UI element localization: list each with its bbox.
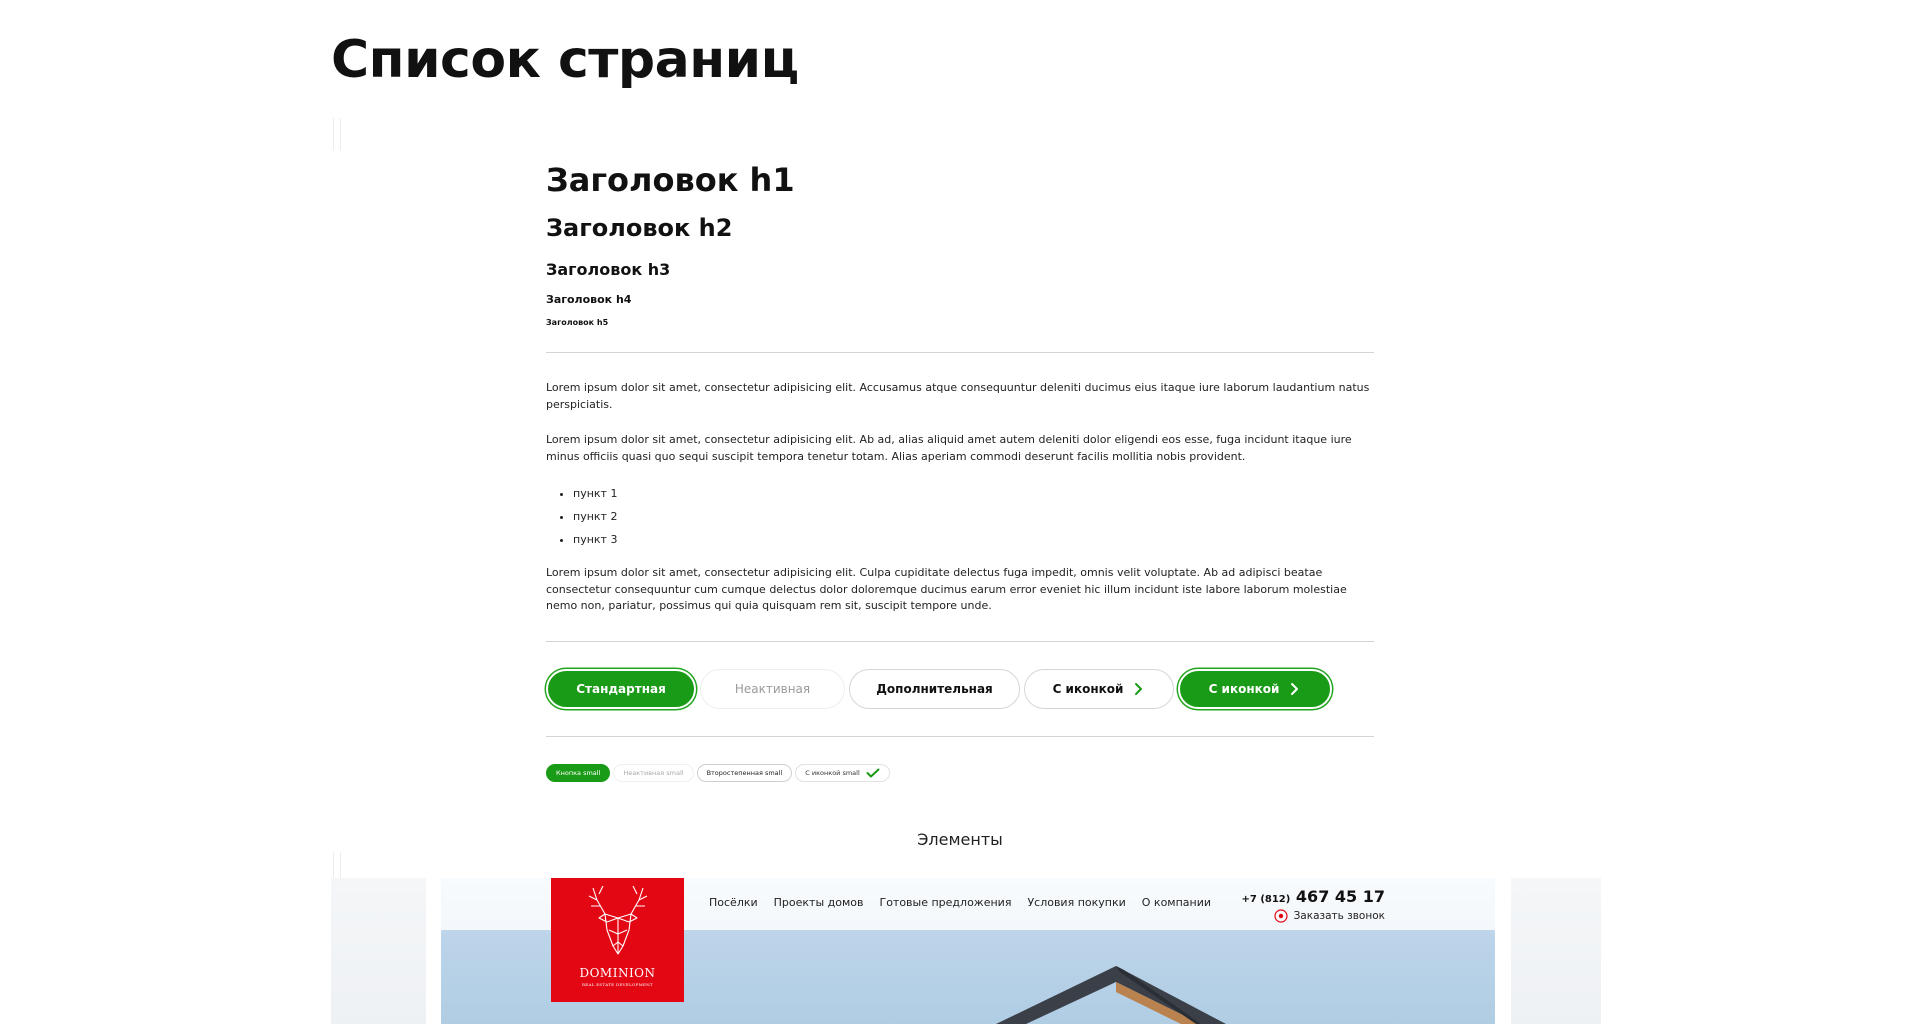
list-item: пункт 2: [573, 505, 1374, 528]
house-roof-image: [996, 966, 1226, 1024]
heading-h4: Заголовок h4: [546, 293, 632, 306]
nav-item-house-projects[interactable]: Проекты домов: [774, 896, 864, 909]
typography-kit: Заголовок h1 Заголовок h2 Заголовок h3 З…: [546, 160, 1374, 782]
phone-circle-icon: [1273, 909, 1288, 923]
page-title: Список страниц: [331, 30, 799, 90]
heading-h2: Заголовок h2: [546, 214, 733, 242]
inactive-button[interactable]: Неактивная: [700, 668, 845, 709]
logo-tagline: REAL ESTATE DEVELOPMENT: [581, 982, 654, 987]
additional-button-label: Дополнительная: [876, 681, 993, 696]
chevron-right-icon: [1135, 682, 1143, 695]
divider: [546, 735, 1374, 737]
small-primary-button[interactable]: Кнопка small: [546, 763, 611, 782]
dominion-logo[interactable]: DOMINION REAL ESTATE DEVELOPMENT: [551, 878, 684, 1002]
inactive-button-label: Неактивная: [734, 681, 811, 696]
preview-side-right: [1511, 878, 1601, 1024]
phone-number[interactable]: +7 (812) 467 45 17: [1242, 887, 1386, 906]
deer-logo-icon: [588, 885, 648, 955]
nav-item-villages[interactable]: Посёлки: [709, 896, 758, 909]
small-inactive-button[interactable]: Неактивная small: [613, 763, 694, 782]
standard-button[interactable]: Стандартная: [546, 668, 696, 709]
button-row: Стандартная Неактивная Дополнительная С …: [546, 668, 1374, 709]
bullet-list: пункт 1 пункт 2 пункт 3: [546, 482, 1374, 551]
callback-label: Заказать звонок: [1293, 910, 1385, 922]
heading-h1: Заголовок h1: [546, 161, 795, 199]
logo-wordmark: DOMINION: [579, 966, 656, 980]
check-icon: [866, 768, 880, 777]
icon-primary-button[interactable]: С иконкой: [1178, 668, 1332, 709]
nav-item-ready-offers[interactable]: Готовые предложения: [879, 896, 1011, 909]
chevron-right-icon: [1291, 682, 1299, 695]
heading-h5: Заголовок h5: [546, 318, 609, 327]
nav-item-purchase-terms[interactable]: Условия покупки: [1027, 896, 1125, 909]
icon-outline-button-label: С иконкой: [1052, 681, 1124, 696]
paragraph: Lorem ipsum dolor sit amet, consectetur …: [546, 433, 1352, 463]
divider: [546, 640, 1374, 642]
list-item: пункт 3: [573, 528, 1374, 551]
phone-code: +7 (812): [1241, 894, 1291, 905]
preview-nav: Посёлки Проекты домов Готовые предложени…: [709, 896, 1211, 909]
preview-hero: DOMINION REAL ESTATE DEVELOPMENT Посёлки…: [441, 878, 1495, 1024]
list-item: пункт 1: [573, 482, 1374, 505]
icon-outline-button[interactable]: С иконкой: [1024, 668, 1174, 709]
small-button-row: Кнопка small Неактивная small Второстепе…: [546, 763, 1374, 782]
preview-side-left: [331, 878, 426, 1024]
standard-button-label: Стандартная: [576, 681, 666, 696]
paragraph: Lorem ipsum dolor sit amet, consectetur …: [546, 381, 1370, 411]
small-secondary-button[interactable]: Второстепенная small: [696, 763, 793, 782]
paragraph: Lorem ipsum dolor sit amet, consectetur …: [546, 566, 1347, 612]
small-icon-button[interactable]: С иконкой small: [795, 763, 890, 782]
page-preview[interactable]: DOMINION REAL ESTATE DEVELOPMENT Посёлки…: [331, 878, 1601, 1024]
nav-item-about[interactable]: О компании: [1142, 896, 1211, 909]
phone-digits: 467 45 17: [1295, 887, 1385, 906]
section-label: Элементы: [917, 830, 1003, 849]
heading-h3: Заголовок h3: [546, 260, 671, 279]
divider: [546, 352, 1374, 353]
frame-marker-top: [333, 118, 341, 150]
callback-link[interactable]: Заказать звонок: [1273, 909, 1385, 923]
additional-button[interactable]: Дополнительная: [849, 668, 1020, 709]
icon-primary-button-label: С иконкой: [1208, 681, 1280, 696]
small-icon-button-label: С иконкой small: [805, 768, 860, 777]
